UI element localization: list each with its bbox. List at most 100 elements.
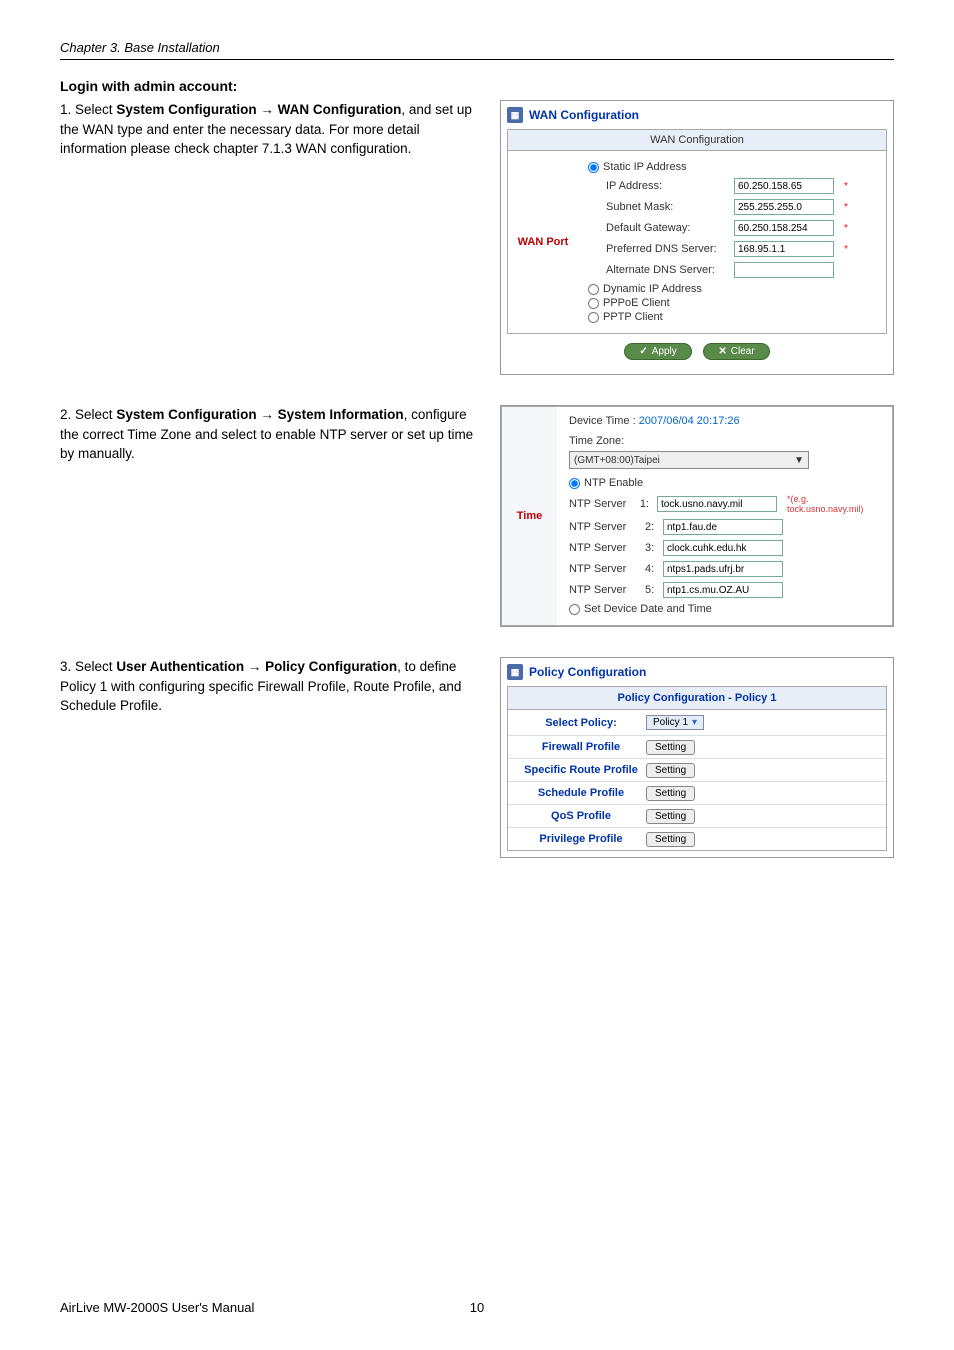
ntp-server-row: NTP Server 2:: [569, 519, 880, 535]
timezone-label: Time Zone:: [569, 435, 880, 447]
step-2-text: 2. Select System Configuration → System …: [60, 405, 480, 627]
step-pre: Select: [75, 407, 116, 422]
field-label-dns2: Alternate DNS Server:: [606, 264, 726, 276]
dns1-input[interactable]: [734, 241, 834, 257]
radio-input[interactable]: [569, 478, 580, 489]
ntp-server-row: NTP Server5:: [569, 582, 880, 598]
clear-button[interactable]: ✕ Clear: [703, 343, 769, 360]
ntp-number: 1:: [640, 498, 651, 510]
ntp-server-input[interactable]: [663, 582, 783, 598]
field-label-ip: IP Address:: [606, 180, 726, 192]
required-star: *: [844, 223, 848, 234]
step-bold2: WAN Configuration: [278, 102, 402, 117]
device-time: Device Time : 2007/06/04 20:17:26: [569, 415, 880, 427]
step-bold2: Policy Configuration: [265, 659, 397, 674]
step-bold1: User Authentication: [116, 659, 244, 674]
setting-button[interactable]: Setting: [646, 763, 695, 778]
divider: [60, 59, 894, 60]
policy-row-label: Privilege Profile: [516, 833, 646, 845]
setting-button[interactable]: Setting: [646, 740, 695, 755]
timezone-select[interactable]: (GMT+08:00)Taipei ▼: [569, 451, 809, 469]
setting-button[interactable]: Setting: [646, 786, 695, 801]
time-section-label: Time: [502, 407, 557, 625]
apply-button[interactable]: ✓ Apply: [624, 343, 691, 360]
ntp-label: NTP Server: [569, 542, 639, 554]
radio-dynamic-ip[interactable]: Dynamic IP Address: [588, 283, 876, 295]
arrow-icon: →: [257, 407, 278, 422]
radio-label: NTP Enable: [584, 477, 643, 489]
radio-ntp-enable[interactable]: NTP Enable: [569, 477, 880, 489]
step-1-text: 1. Select System Configuration → WAN Con…: [60, 100, 480, 375]
ntp-hint: *(e.g. tock.usno.navy.mil): [787, 494, 880, 514]
panel-icon: ▦: [507, 107, 523, 123]
step-bold1: System Configuration: [116, 102, 256, 117]
setting-button[interactable]: Setting: [646, 832, 695, 847]
radio-set-date[interactable]: Set Device Date and Time: [569, 603, 880, 615]
setting-button[interactable]: Setting: [646, 809, 695, 824]
btn-label: Apply: [652, 346, 677, 357]
ntp-number: 2:: [645, 521, 657, 533]
check-icon: ✓: [639, 346, 647, 357]
required-star: *: [844, 244, 848, 255]
page-number: 10: [470, 1300, 484, 1315]
policy-select[interactable]: Policy 1 ▾: [646, 715, 704, 730]
field-label-dns1: Preferred DNS Server:: [606, 243, 726, 255]
ntp-server-input[interactable]: [663, 561, 783, 577]
radio-input[interactable]: [569, 604, 580, 615]
timezone-value: (GMT+08:00)Taipei: [574, 455, 660, 466]
policy-row: Schedule ProfileSetting: [508, 782, 886, 805]
btn-label: Clear: [731, 346, 755, 357]
ntp-server-input[interactable]: [663, 519, 783, 535]
policy-row-label: QoS Profile: [516, 810, 646, 822]
radio-input[interactable]: [588, 312, 599, 323]
panel-title: Policy Configuration: [529, 665, 646, 679]
ntp-server-input[interactable]: [663, 540, 783, 556]
ntp-number: 3:: [645, 542, 657, 554]
ntp-label: NTP Server: [569, 498, 634, 510]
chapter-heading: Chapter 3. Base Installation: [60, 40, 894, 55]
chevron-down-icon: ▾: [692, 717, 697, 728]
policy-row-label: Select Policy:: [516, 717, 646, 729]
panel-title: WAN Configuration: [529, 108, 639, 122]
step-bold1: System Configuration: [116, 407, 256, 422]
policy-row: Specific Route ProfileSetting: [508, 759, 886, 782]
ntp-label: NTP Server: [569, 521, 639, 533]
radio-label: Dynamic IP Address: [603, 283, 702, 295]
radio-pptp[interactable]: PPTP Client: [588, 311, 876, 323]
radio-static-ip[interactable]: Static IP Address: [588, 161, 876, 173]
login-heading: Login with admin account:: [60, 78, 894, 94]
ntp-label: NTP Server: [569, 584, 639, 596]
radio-pppoe[interactable]: PPPoE Client: [588, 297, 876, 309]
policy-panel: ▦ Policy Configuration Policy Configurat…: [500, 657, 894, 858]
field-label-gw: Default Gateway:: [606, 222, 726, 234]
policy-section-title: Policy Configuration - Policy 1: [508, 687, 886, 710]
ip-address-input[interactable]: [734, 178, 834, 194]
time-panel: Time Device Time : 2007/06/04 20:17:26 T…: [500, 405, 894, 627]
step-pre: Select: [75, 102, 116, 117]
radio-label: PPTP Client: [603, 311, 663, 323]
wan-port-label: WAN Port: [508, 151, 578, 333]
policy-row-label: Specific Route Profile: [516, 764, 646, 776]
x-icon: ✕: [718, 346, 726, 357]
gateway-input[interactable]: [734, 220, 834, 236]
wan-config-panel: ▦ WAN Configuration WAN Configuration WA…: [500, 100, 894, 375]
radio-input[interactable]: [588, 284, 599, 295]
policy-row-label: Schedule Profile: [516, 787, 646, 799]
step-number: 1.: [60, 102, 71, 117]
radio-input[interactable]: [588, 162, 599, 173]
ntp-server-row: NTP Server 1: *(e.g. tock.usno.navy.mil): [569, 494, 880, 514]
select-value: Policy 1: [653, 717, 688, 728]
field-label-mask: Subnet Mask:: [606, 201, 726, 213]
step-number: 2.: [60, 407, 71, 422]
radio-input[interactable]: [588, 298, 599, 309]
chevron-down-icon: ▼: [794, 455, 804, 466]
step-number: 3.: [60, 659, 71, 674]
ntp-number: 4:: [645, 563, 657, 575]
dns2-input[interactable]: [734, 262, 834, 278]
subnet-mask-input[interactable]: [734, 199, 834, 215]
wan-section-title: WAN Configuration: [508, 130, 886, 151]
ntp-server-row: NTP Server4:: [569, 561, 880, 577]
ntp-server-input[interactable]: [657, 496, 777, 512]
arrow-icon: →: [257, 102, 278, 117]
footer-left: AirLive MW-2000S User's Manual: [60, 1300, 254, 1315]
